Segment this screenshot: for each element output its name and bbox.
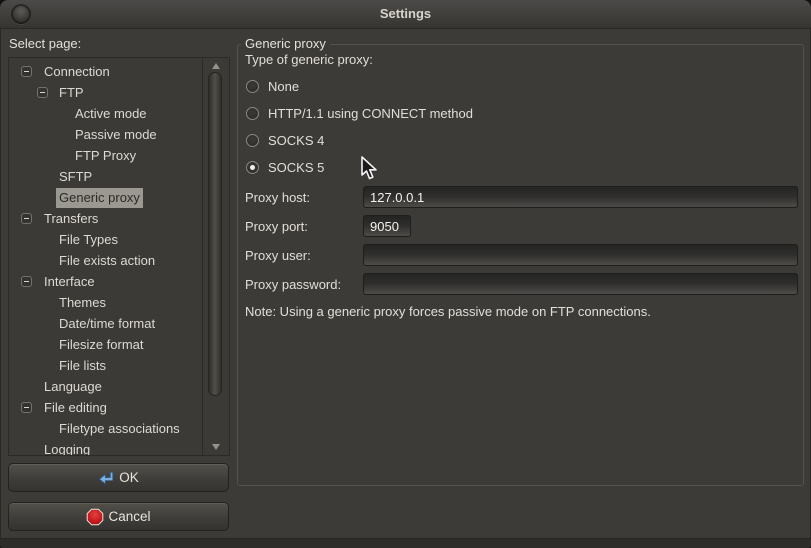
radio-label: SOCKS 4 bbox=[268, 133, 324, 148]
proxy-password-label: Proxy password: bbox=[245, 277, 363, 292]
proxy-host-input[interactable] bbox=[363, 186, 798, 208]
tree-item-file-types[interactable]: File Types bbox=[9, 229, 203, 250]
tree-item-language[interactable]: Language bbox=[9, 376, 203, 397]
page-tree: Connection FTP Active mode Passive mode … bbox=[8, 57, 230, 456]
tree-item-file-exists-action[interactable]: File exists action bbox=[9, 250, 203, 271]
radio-label: SOCKS 5 bbox=[268, 160, 324, 175]
tree-item-active-mode[interactable]: Active mode bbox=[9, 103, 203, 124]
tree-item-label: Date/time format bbox=[59, 313, 155, 334]
proxy-user-input[interactable] bbox=[363, 244, 798, 266]
expander-icon[interactable] bbox=[21, 66, 32, 77]
tree-item-label: Passive mode bbox=[75, 124, 157, 145]
titlebar: Settings bbox=[0, 0, 811, 29]
radio-icon[interactable] bbox=[246, 80, 259, 93]
scroll-down-icon[interactable] bbox=[212, 444, 220, 450]
tree-item-generic-proxy[interactable]: Generic proxy bbox=[9, 187, 203, 208]
expander-icon[interactable] bbox=[21, 213, 32, 224]
tree-item-label: Transfers bbox=[44, 208, 98, 229]
tree-item-label: File Types bbox=[59, 229, 118, 250]
proxy-port-label: Proxy port: bbox=[245, 219, 363, 234]
tree-scrollbar[interactable] bbox=[202, 58, 229, 455]
radio-http-1-1-using-connect-method[interactable]: HTTP/1.1 using CONNECT method bbox=[246, 103, 473, 123]
tree-item-label: Filetype associations bbox=[59, 418, 180, 439]
proxy-type-radios: None HTTP/1.1 using CONNECT method SOCKS… bbox=[246, 76, 473, 184]
cancel-button[interactable]: Cancel bbox=[8, 502, 229, 531]
ok-button[interactable]: OK bbox=[8, 463, 229, 492]
settings-dialog: Settings Select page: Connection FTP Act… bbox=[0, 0, 811, 548]
radio-icon[interactable] bbox=[246, 107, 259, 120]
tree-item-label: FTP Proxy bbox=[75, 145, 136, 166]
expander-icon[interactable] bbox=[21, 402, 32, 413]
tree-item-ftp-proxy[interactable]: FTP Proxy bbox=[9, 145, 203, 166]
proxy-fields: Proxy host: Proxy port: Proxy user: Prox… bbox=[245, 186, 798, 302]
tree-item-label: File lists bbox=[59, 355, 106, 376]
group-title: Generic proxy bbox=[241, 36, 330, 51]
proxy-password-input[interactable] bbox=[363, 273, 798, 295]
scrollbar-thumb[interactable] bbox=[208, 72, 222, 396]
tree-item-ftp[interactable]: FTP bbox=[9, 82, 203, 103]
tree-item-logging[interactable]: Logging bbox=[9, 439, 203, 455]
radio-label: HTTP/1.1 using CONNECT method bbox=[268, 106, 473, 121]
tree-item-label: Generic proxy bbox=[56, 188, 143, 208]
radio-icon[interactable] bbox=[246, 134, 259, 147]
tree-item-connection[interactable]: Connection bbox=[9, 61, 203, 82]
radio-icon[interactable] bbox=[246, 161, 259, 174]
tree-item-label: Interface bbox=[44, 271, 95, 292]
tree-item-file-lists[interactable]: File lists bbox=[9, 355, 203, 376]
tree-item-label: Filesize format bbox=[59, 334, 144, 355]
radio-socks-4[interactable]: SOCKS 4 bbox=[246, 130, 473, 150]
radio-label: None bbox=[268, 79, 299, 94]
tree-item-label: SFTP bbox=[59, 166, 92, 187]
stop-icon bbox=[86, 508, 104, 526]
radio-none[interactable]: None bbox=[246, 76, 473, 96]
tree-item-label: Themes bbox=[59, 292, 106, 313]
tree-item-themes[interactable]: Themes bbox=[9, 292, 203, 313]
tree-item-label: File exists action bbox=[59, 250, 155, 271]
tree-item-file-editing[interactable]: File editing bbox=[9, 397, 203, 418]
tree-item-transfers[interactable]: Transfers bbox=[9, 208, 203, 229]
note-text: Note: Using a generic proxy forces passi… bbox=[245, 304, 651, 319]
proxy-user-label: Proxy user: bbox=[245, 248, 363, 263]
tree-item-filesize-format[interactable]: Filesize format bbox=[9, 334, 203, 355]
scroll-up-icon[interactable] bbox=[212, 63, 220, 69]
tree-item-sftp[interactable]: SFTP bbox=[9, 166, 203, 187]
type-of-proxy-label: Type of generic proxy: bbox=[245, 52, 373, 67]
proxy-host-label: Proxy host: bbox=[245, 190, 363, 205]
window-bottom-edge bbox=[0, 538, 811, 548]
generic-proxy-group: Generic proxy Type of generic proxy: Non… bbox=[237, 44, 804, 486]
cancel-button-label: Cancel bbox=[108, 509, 150, 524]
window-title: Settings bbox=[0, 0, 811, 28]
expander-icon[interactable] bbox=[21, 276, 32, 287]
enter-icon bbox=[98, 469, 115, 486]
tree-item-label: Logging bbox=[44, 439, 90, 455]
tree-item-date-time-format[interactable]: Date/time format bbox=[9, 313, 203, 334]
expander-icon[interactable] bbox=[37, 87, 48, 98]
tree-item-label: Language bbox=[44, 376, 102, 397]
tree-item-passive-mode[interactable]: Passive mode bbox=[9, 124, 203, 145]
tree-item-label: Connection bbox=[44, 61, 110, 82]
radio-socks-5[interactable]: SOCKS 5 bbox=[246, 157, 473, 177]
tree-item-label: Active mode bbox=[75, 103, 147, 124]
ok-button-label: OK bbox=[119, 470, 139, 485]
tree-item-filetype-associations[interactable]: Filetype associations bbox=[9, 418, 203, 439]
tree-item-interface[interactable]: Interface bbox=[9, 271, 203, 292]
proxy-port-input[interactable] bbox=[363, 215, 411, 237]
tree-item-label: FTP bbox=[59, 82, 84, 103]
tree-item-label: File editing bbox=[44, 397, 107, 418]
select-page-label: Select page: bbox=[9, 36, 81, 51]
